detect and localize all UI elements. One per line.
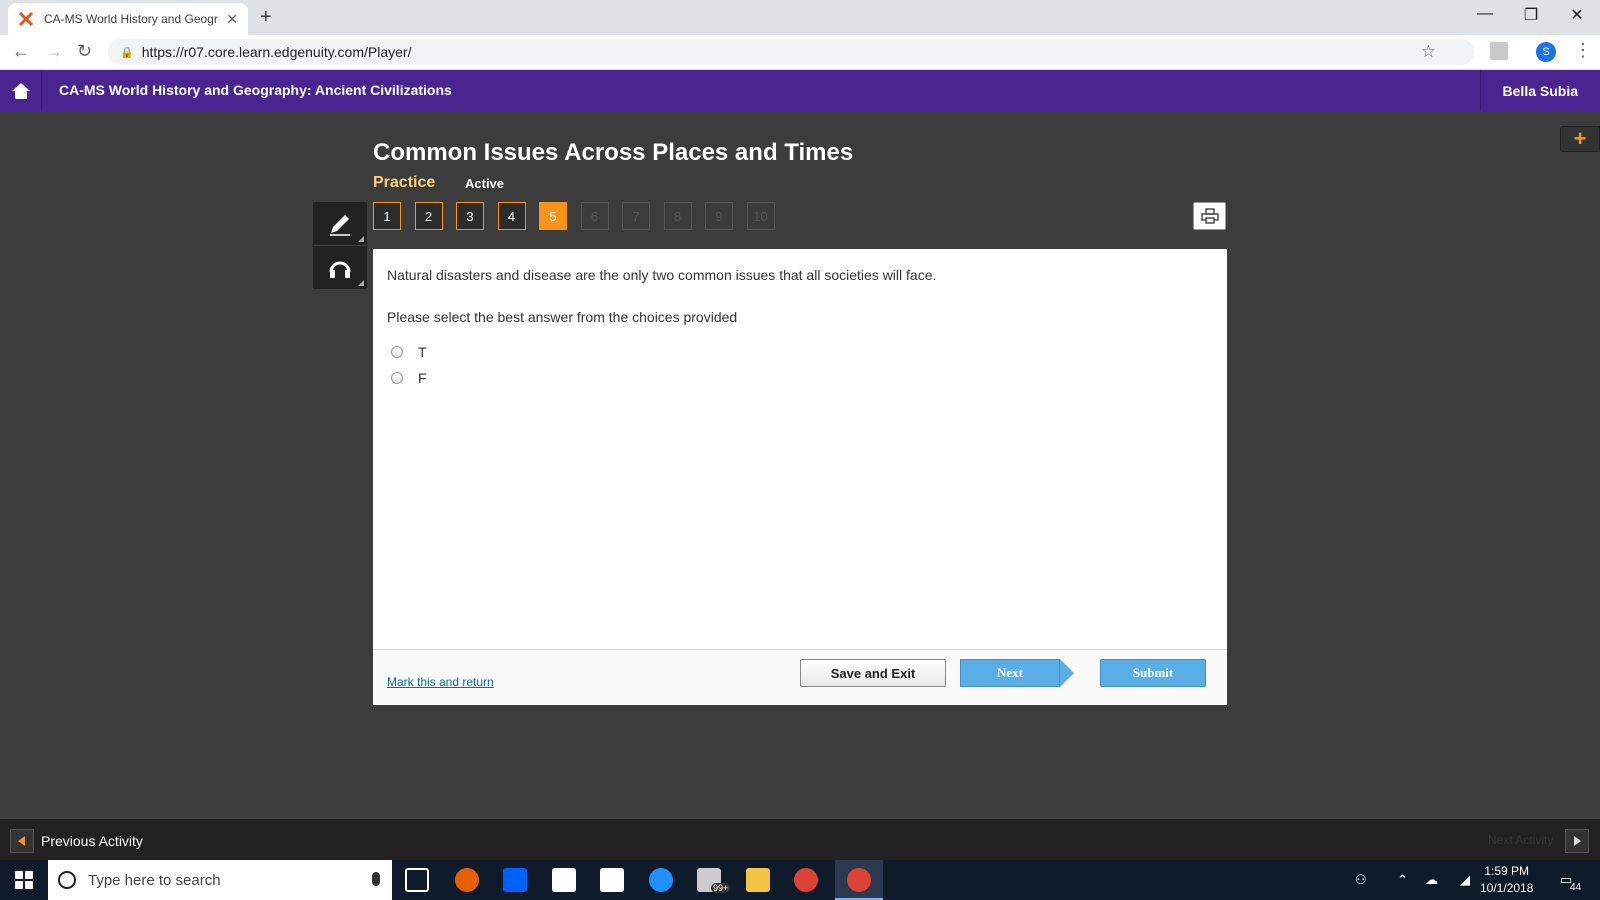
previous-activity-button[interactable] <box>10 829 34 853</box>
clock-time: 1:59 PM <box>1484 864 1530 878</box>
question-footer: Mark this and return Save and Exit Next … <box>373 649 1227 705</box>
printer-icon <box>1200 208 1219 224</box>
wifi-icon[interactable]: ◢ <box>1460 872 1470 888</box>
microphone-icon[interactable] <box>372 872 380 886</box>
edgenuity-favicon-icon <box>18 11 34 27</box>
chrome-active-taskbar-item[interactable] <box>835 860 883 900</box>
cortana-icon <box>58 871 76 889</box>
question-button[interactable]: 2 <box>414 202 443 230</box>
next-activity-label: Next Activity <box>1488 833 1554 847</box>
question-panel: Natural disasters and disease are the on… <box>373 249 1227 705</box>
question-button-locked: 8 <box>663 202 692 230</box>
highlighter-tool-button[interactable] <box>313 202 367 246</box>
lock-icon: 🔒 <box>120 46 134 59</box>
taskbar-search-box[interactable]: Type here to search <box>48 860 392 900</box>
browser-menu-icon[interactable]: ⋮ <box>1574 40 1592 61</box>
reload-icon[interactable]: ↻ <box>77 41 92 62</box>
next-button[interactable]: Next <box>960 659 1060 687</box>
restore-icon[interactable]: ❐ <box>1516 5 1546 25</box>
question-prompt: Natural disasters and disease are the on… <box>387 267 937 283</box>
choice-label: T <box>418 344 427 360</box>
audio-tool-button[interactable] <box>313 246 367 290</box>
mail-badge: 99+ <box>711 883 731 893</box>
minimize-icon[interactable]: — <box>1470 5 1500 23</box>
course-title: CA-MS World History and Geography: Ancie… <box>59 82 452 98</box>
next-activity-button <box>1565 829 1589 853</box>
answer-choice-true[interactable]: T <box>391 344 427 360</box>
activity-status: Active <box>465 176 505 191</box>
dropbox-icon[interactable] <box>503 868 527 892</box>
activity-nav-bar: Previous Activity Next Activity <box>0 818 1600 860</box>
question-button[interactable]: 3 <box>456 202 484 230</box>
window-close-icon[interactable]: ✕ <box>1562 5 1592 25</box>
browser-tab[interactable]: CA-MS World History and Geogr ✕ <box>8 3 248 35</box>
user-name[interactable]: Bella Subia <box>1479 70 1600 111</box>
tray-expand-icon[interactable]: ⌃ <box>1397 872 1408 888</box>
home-button[interactable] <box>0 70 42 111</box>
save-and-exit-button[interactable]: Save and Exit <box>800 659 946 687</box>
pencil-icon <box>330 214 350 236</box>
profile-avatar[interactable]: S <box>1536 42 1556 62</box>
back-icon[interactable]: ← <box>12 41 30 62</box>
windows-logo-icon <box>15 871 33 889</box>
question-button[interactable]: 1 <box>373 202 401 230</box>
radio-button[interactable] <box>391 346 403 358</box>
home-icon <box>11 82 30 99</box>
radio-button[interactable] <box>391 372 403 384</box>
add-icon[interactable]: + <box>1560 126 1600 152</box>
store-icon[interactable] <box>600 868 624 892</box>
headphones-icon <box>329 261 351 278</box>
print-button[interactable] <box>1193 202 1226 230</box>
windows-taskbar: Type here to search 99+ ⚇ ⌃ ☁ ◢ 1:59 PM … <box>0 860 1600 900</box>
question-navigator: 1 2 3 4 5 6 7 8 9 10 <box>373 202 788 230</box>
left-arrow-icon <box>18 836 25 846</box>
mark-and-return-link[interactable]: Mark this and return <box>387 675 494 689</box>
new-tab-icon[interactable]: + <box>260 6 272 29</box>
question-button-locked: 6 <box>580 202 609 230</box>
onedrive-icon[interactable]: ☁ <box>1425 872 1438 888</box>
choice-label: F <box>418 370 427 386</box>
course-header: CA-MS World History and Geography: Ancie… <box>0 70 1600 111</box>
notification-count: 44 <box>1570 882 1582 893</box>
firefox-icon[interactable] <box>455 868 479 892</box>
browser-tab-strip: CA-MS World History and Geogr ✕ + — ❐ ✕ <box>0 0 1600 35</box>
question-instruction: Please select the best answer from the c… <box>387 309 738 325</box>
task-view-icon[interactable] <box>405 868 429 892</box>
bookmark-star-icon[interactable]: ☆ <box>1421 42 1436 62</box>
lesson-title: Common Issues Across Places and Times <box>373 139 854 166</box>
browser-toolbar: ← → ↻ 🔒 https://r07.core.learn.edgenuity… <box>0 35 1600 70</box>
question-button-locked: 10 <box>746 202 775 230</box>
address-bar[interactable]: 🔒 https://r07.core.learn.edgenuity.com/P… <box>108 39 1474 65</box>
people-icon[interactable]: ⚇ <box>1355 872 1367 888</box>
photos-icon[interactable] <box>552 868 576 892</box>
extension-icon[interactable] <box>1490 42 1508 60</box>
submit-button[interactable]: Submit <box>1100 659 1206 687</box>
file-explorer-icon[interactable] <box>746 868 770 892</box>
question-button-locked: 7 <box>622 202 650 230</box>
right-arrow-icon <box>1574 836 1581 846</box>
next-arrow-shape <box>1060 659 1074 687</box>
search-placeholder: Type here to search <box>88 871 221 889</box>
tab-title: CA-MS World History and Geogr <box>44 12 218 26</box>
forward-icon[interactable]: → <box>45 41 63 62</box>
chrome-icon <box>847 868 871 892</box>
question-button-locked: 9 <box>705 202 733 230</box>
edge-icon[interactable] <box>649 868 673 892</box>
clock-date: 10/1/2018 <box>1480 881 1534 895</box>
question-button[interactable]: 4 <box>497 202 526 230</box>
activity-mode: Practice <box>373 174 436 191</box>
chrome-icon[interactable] <box>794 868 818 892</box>
url-text: https://r07.core.learn.edgenuity.com/Pla… <box>141 44 412 60</box>
start-button[interactable] <box>0 860 48 900</box>
answer-choice-false[interactable]: F <box>391 370 427 386</box>
question-button-current[interactable]: 5 <box>539 202 567 230</box>
tab-close-icon[interactable]: ✕ <box>226 11 238 28</box>
tool-panel <box>313 202 367 292</box>
previous-activity-label[interactable]: Previous Activity <box>41 833 143 849</box>
taskbar-clock[interactable]: 1:59 PM 10/1/2018 <box>1480 863 1533 897</box>
